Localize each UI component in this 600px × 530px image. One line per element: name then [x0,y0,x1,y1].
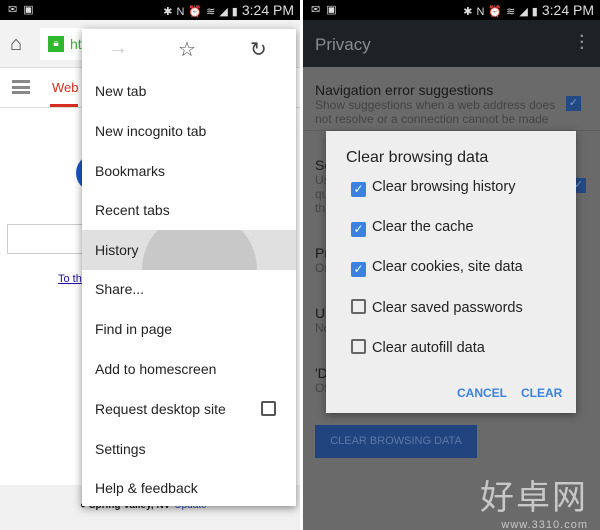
clear-button[interactable]: CLEAR [521,386,562,400]
clock: 3:24 PM [241,2,294,18]
menu-action-row: → ☆ ↻ [82,29,296,71]
checkbox-unchecked[interactable] [351,299,366,314]
page-link[interactable]: To th [58,273,82,285]
page-title: Privacy [315,35,371,54]
overflow-menu: → ☆ ↻ New tab New incognito tab Bookmark… [82,29,296,506]
wifi-icon: ≋ [506,6,516,18]
clear-browsing-data-dialog: Clear browsing data ✓ Clear browsing hist… [326,131,576,413]
menu-item-request-desktop-site[interactable]: Request desktop site [82,389,296,429]
menu-item-new-tab[interactable]: New tab [82,71,296,111]
hamburger-icon[interactable] [12,80,30,94]
option-cache[interactable]: ✓ Clear the cache [351,219,474,237]
status-bar: ✉▣ ✱ N ⏰ ≋ ◢ ▮ 3:24 PM [303,0,600,20]
reload-icon[interactable]: ↻ [250,37,267,62]
option-autofill[interactable]: Clear autofill data [351,339,485,356]
dialog-title: Clear browsing data [346,149,489,166]
status-bar: ✉▣ ✱ N ⏰ ≋ ◢ ▮ 3:24 PM [0,0,300,20]
menu-item-recent-tabs[interactable]: Recent tabs [82,190,296,230]
touch-ripple [142,230,257,270]
menu-item-add-to-homescreen[interactable]: Add to homescreen [82,349,296,389]
checkbox-checked[interactable]: ✓ [351,262,366,277]
more-vert-icon[interactable]: · · · [580,29,585,57]
watermark: 好卓网 www.3310.com [480,479,588,530]
nfc-icon: N [176,6,185,18]
menu-item-bookmarks[interactable]: Bookmarks [82,151,296,191]
signal-icon: ◢ [519,6,528,18]
url-text: ht [70,36,82,52]
clear-browsing-data-button[interactable]: CLEAR BROWSING DATA [315,425,477,458]
menu-item-history[interactable]: History [82,230,296,270]
cancel-button[interactable]: CANCEL [457,386,507,400]
checkbox-unchecked[interactable] [351,339,366,354]
menu-item-settings[interactable]: Settings [82,429,296,469]
bluetooth-icon: ✱ [163,6,173,18]
pref-navigation-error[interactable]: Navigation error suggestions Show sugges… [315,82,565,126]
alarm-icon: ⏰ [188,6,203,18]
option-browsing-history[interactable]: ✓ Clear browsing history [351,179,515,197]
wifi-icon: ≋ [206,6,216,18]
clock: 3:24 PM [541,2,594,18]
privacy-settings-panel: ✉▣ ✱ N ⏰ ≋ ◢ ▮ 3:24 PM Privacy · · · Navigation … [303,0,600,530]
notification-icons: ✉▣ [311,4,343,16]
tab-indicator [50,104,78,107]
notification-icons: ✉▣ [8,4,40,16]
bluetooth-icon: ✱ [463,6,473,18]
menu-item-find-in-page[interactable]: Find in page [82,309,296,349]
alarm-icon: ⏰ [488,6,503,18]
checkbox-checked[interactable]: ✓ [351,222,366,237]
checkbox-checked[interactable]: ✓ [351,182,366,197]
request-desktop-checkbox[interactable] [261,401,276,416]
option-cookies[interactable]: ✓ Clear cookies, site data [351,259,523,277]
battery-icon: ▮ [531,6,538,18]
tab-web[interactable]: Web [52,80,79,95]
lock-icon: 🔒︎ [48,36,64,52]
home-icon[interactable]: ⌂ [10,33,22,56]
signal-icon: ◢ [219,6,228,18]
option-saved-passwords[interactable]: Clear saved passwords [351,299,523,316]
menu-item-new-incognito-tab[interactable]: New incognito tab [82,111,296,151]
nfc-icon: N [476,6,485,18]
forward-icon[interactable]: → [108,37,128,60]
app-bar: Privacy · · · [303,20,600,67]
menu-item-help-feedback[interactable]: Help & feedback [82,468,296,508]
chrome-browser-panel: ✉▣ ✱N⏰≋◢▮3:24 PM ⌂ 🔒︎ ht Web To th ● Spr… [0,0,300,530]
battery-icon: ▮ [231,6,238,18]
star-icon[interactable]: ☆ [178,37,196,62]
navigation-error-checkbox[interactable]: ✓ [566,96,581,111]
menu-item-share[interactable]: Share... [82,269,296,309]
